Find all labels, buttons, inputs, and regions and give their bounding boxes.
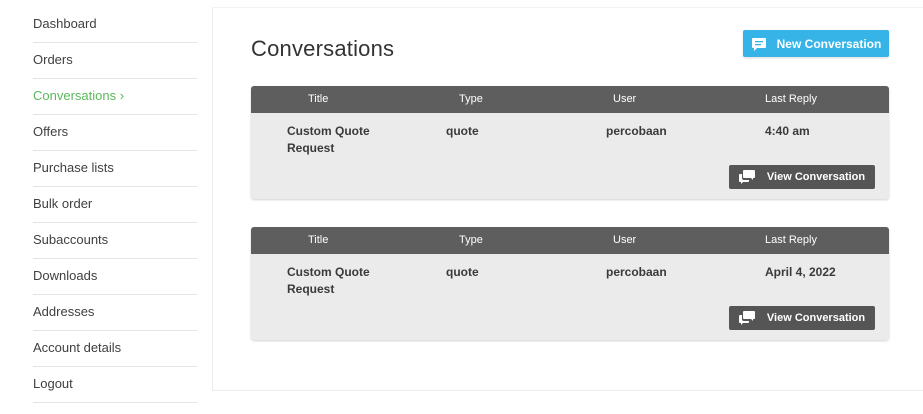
sidebar-item-conversations[interactable]: Conversations › <box>33 79 197 115</box>
conversation-card: Title Type User Last Reply Custom Quote … <box>251 227 889 340</box>
conversation-type: quote <box>446 124 479 138</box>
column-header-title: Title <box>308 93 329 105</box>
column-header-last-reply: Last Reply <box>765 234 817 246</box>
sidebar-item-addresses[interactable]: Addresses <box>33 295 197 331</box>
view-conversation-label: View Conversation <box>766 312 866 324</box>
view-conversation-button[interactable]: View Conversation <box>729 165 875 189</box>
conversations-panel: Conversations New Conversation Title Typ… <box>212 7 923 391</box>
sidebar-item-orders[interactable]: Orders <box>33 43 197 79</box>
conversation-last-reply: April 4, 2022 <box>765 265 836 279</box>
page-title: Conversations <box>251 36 395 61</box>
sidebar-item-downloads[interactable]: Downloads <box>33 259 197 295</box>
sidebar-item-bulk-order[interactable]: Bulk order <box>33 187 197 223</box>
conversation-icon <box>738 170 755 184</box>
conversation-table-header: Title Type User Last Reply <box>251 227 889 254</box>
column-header-user: User <box>613 93 637 105</box>
sidebar-item-subaccounts[interactable]: Subaccounts <box>33 223 197 259</box>
column-header-last-reply: Last Reply <box>765 93 817 105</box>
sidebar-item-account-details[interactable]: Account details <box>33 331 197 367</box>
account-sidebar: Dashboard Orders Conversations › Offers … <box>33 7 197 403</box>
conversation-table-header: Title Type User Last Reply <box>251 86 889 113</box>
conversation-row: Custom Quote Request quote percobaan Apr… <box>251 254 889 340</box>
view-conversation-button[interactable]: View Conversation <box>729 306 875 330</box>
column-header-title: Title <box>308 234 329 246</box>
new-conversation-label: New Conversation <box>776 36 882 51</box>
conversation-icon <box>738 311 755 325</box>
sidebar-item-offers[interactable]: Offers <box>33 115 197 151</box>
sidebar-item-dashboard[interactable]: Dashboard <box>33 7 197 43</box>
new-conversation-button[interactable]: New Conversation <box>743 30 889 57</box>
conversation-title: Custom Quote Request <box>287 265 370 296</box>
chat-bubble-icon <box>751 37 766 51</box>
conversation-row: Custom Quote Request quote percobaan 4:4… <box>251 113 889 199</box>
column-header-type: Type <box>459 234 483 246</box>
conversation-last-reply: 4:40 am <box>765 124 810 138</box>
conversation-user: percobaan <box>606 124 667 138</box>
sidebar-item-logout[interactable]: Logout <box>33 367 197 403</box>
column-header-type: Type <box>459 93 483 105</box>
view-conversation-label: View Conversation <box>766 171 866 183</box>
conversation-title: Custom Quote Request <box>287 124 370 155</box>
conversation-user: percobaan <box>606 265 667 279</box>
conversation-card: Title Type User Last Reply Custom Quote … <box>251 86 889 199</box>
column-header-user: User <box>613 234 637 246</box>
sidebar-item-purchase-lists[interactable]: Purchase lists <box>33 151 197 187</box>
conversation-type: quote <box>446 265 479 279</box>
